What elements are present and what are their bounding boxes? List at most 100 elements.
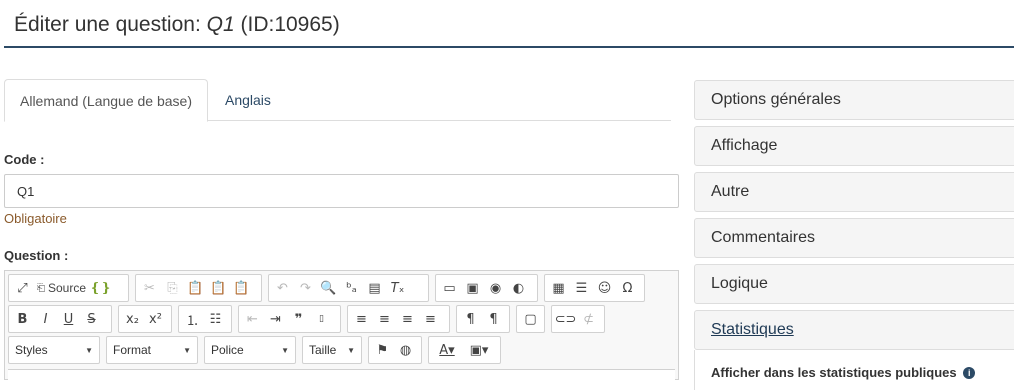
toolbar-group-colors: A▾ ▣▾ — [428, 336, 501, 364]
paste-text-icon[interactable]: 📋 — [207, 277, 230, 299]
cut-icon[interactable]: ✂ — [138, 277, 161, 299]
size-dropdown-label: Taille — [309, 343, 337, 357]
unlink-icon[interactable]: ⊄ — [577, 308, 600, 330]
strikethrough-icon[interactable]: S — [80, 308, 103, 330]
panel-statistics-body: Afficher dans les statistiques publiques… — [694, 350, 1014, 390]
replace-icon[interactable]: ᵇₐ — [340, 277, 363, 299]
styles-dropdown[interactable]: Styles ▼ — [8, 336, 100, 364]
text-direction-ltr-icon[interactable]: ¶ — [459, 308, 482, 330]
page-header: Éditer une question: Q1 (ID:10965) — [4, 0, 1014, 48]
align-right-icon[interactable]: ≡ — [396, 308, 419, 330]
chevron-down-icon: ▼ — [183, 345, 191, 355]
maximize-icon[interactable]: ⤢ — [11, 277, 34, 299]
panel-other[interactable]: Autre — [694, 172, 1014, 212]
horizontal-rule-icon[interactable]: ☰ — [570, 277, 593, 299]
language-icon[interactable]: ▢ — [519, 308, 542, 330]
superscript-icon[interactable]: x² — [144, 308, 167, 330]
styles-dropdown-label: Styles — [15, 343, 48, 357]
toolbar-group-media: ▭ ▣ ◉ ◐ — [435, 274, 538, 302]
link-icon[interactable]: ⊂⊃ — [554, 308, 577, 330]
text-direction-rtl-icon[interactable]: ¶ — [482, 308, 505, 330]
numbered-list-icon[interactable]: ⒈ — [181, 308, 204, 330]
text-color-icon[interactable]: A▾ — [431, 339, 463, 361]
align-center-icon[interactable]: ≡ — [373, 308, 396, 330]
table-icon[interactable]: ▦ — [547, 277, 570, 299]
toolbar-group-lists: ⒈ ☷ — [178, 305, 232, 333]
size-dropdown[interactable]: Taille ▼ — [302, 336, 362, 364]
font-dropdown-label: Police — [211, 343, 244, 357]
undo-icon[interactable]: ↶ — [271, 277, 294, 299]
tab-english[interactable]: Anglais — [210, 79, 286, 121]
required-text: Obligatoire — [4, 211, 67, 226]
italic-icon[interactable]: I — [34, 308, 57, 330]
div-container-icon[interactable]: ▯ — [310, 308, 333, 330]
toolbar-row-2: B I U S x₂ x² ⒈ ☷ ⇤ ⇥ ❞ ▯ ≡ ≡ ≡ ≡ ¶ ¶ ▢ … — [8, 305, 675, 333]
toolbar-group-extra: ⚑ ◍ — [368, 336, 422, 364]
format-dropdown[interactable]: Format ▼ — [106, 336, 198, 364]
toolbar-row-1: ⤢ ⎗ Source ❴❵ ✂ ⎘ 📋 📋 📋 ↶ ↷ 🔍 ᵇₐ ▤ Tₓ ▭ … — [8, 274, 675, 302]
bulleted-list-icon[interactable]: ☷ — [204, 308, 227, 330]
toolbar-group-clipboard: ✂ ⎘ 📋 📋 📋 — [135, 274, 262, 302]
toolbar-group-align: ≡ ≡ ≡ ≡ — [347, 305, 450, 333]
title-prefix: Éditer une question: — [14, 13, 201, 36]
find-icon[interactable]: 🔍 — [317, 277, 340, 299]
question-label: Question : — [4, 248, 69, 263]
source-icon: ⎗ — [37, 282, 45, 294]
blockquote-icon[interactable]: ❞ — [287, 308, 310, 330]
panel-statistics[interactable]: Statistiques — [694, 310, 1014, 350]
copy-icon[interactable]: ⎘ — [161, 277, 184, 299]
toolbar-group-document: ⤢ ⎗ Source ❴❵ — [8, 274, 129, 302]
select-all-icon[interactable]: ▤ — [363, 277, 386, 299]
flash-icon[interactable]: ▣ — [461, 277, 484, 299]
paste-word-icon[interactable]: 📋 — [230, 277, 253, 299]
toolbar-group-blocks: ⇤ ⇥ ❞ ▯ — [238, 305, 341, 333]
flag-icon[interactable]: ⚑ — [371, 339, 394, 361]
special-char-icon[interactable]: Ω — [616, 277, 639, 299]
globe-icon[interactable]: ◍ — [394, 339, 417, 361]
paste-icon[interactable]: 📋 — [184, 277, 207, 299]
title-question-id: (ID:10965) — [240, 13, 340, 36]
toolbar-group-bidi: ¶ ¶ — [456, 305, 510, 333]
smiley-icon[interactable]: ☺ — [593, 277, 616, 299]
editor-content-area[interactable] — [8, 369, 675, 389]
tab-german-base[interactable]: Allemand (Langue de base) — [4, 79, 208, 122]
underline-icon[interactable]: U — [57, 308, 80, 330]
public-statistics-label: Afficher dans les statistiques publiques — [711, 365, 957, 380]
panel-logic[interactable]: Logique — [694, 264, 1014, 304]
panel-general-options[interactable]: Options générales — [694, 80, 1014, 120]
subscript-icon[interactable]: x₂ — [121, 308, 144, 330]
toolbar-group-basicstyles: B I U S — [8, 305, 112, 333]
chevron-down-icon: ▼ — [85, 345, 93, 355]
public-statistics-option: Afficher dans les statistiques publiques… — [711, 365, 976, 380]
outdent-icon[interactable]: ⇤ — [241, 308, 264, 330]
language-tabs: Allemand (Langue de base) Anglais — [4, 79, 671, 122]
link-compass-icon[interactable]: ◐ — [507, 277, 530, 299]
chevron-down-icon: ▼ — [347, 345, 355, 355]
code-input[interactable] — [4, 174, 679, 208]
toolbar-group-editing: ↶ ↷ 🔍 ᵇₐ ▤ Tₓ — [268, 274, 429, 302]
bold-icon[interactable]: B — [11, 308, 34, 330]
toolbar-row-3: Styles ▼ Format ▼ Police ▼ Taille ▼ ⚑ ◍ … — [8, 336, 675, 364]
image-icon[interactable]: ▭ — [438, 277, 461, 299]
panel-comments[interactable]: Commentaires — [694, 218, 1014, 258]
source-label: Source — [48, 281, 87, 295]
align-justify-icon[interactable]: ≡ — [419, 308, 442, 330]
remove-format-icon[interactable]: Tₓ — [386, 277, 409, 299]
toolbar-group-links: ⊂⊃ ⊄ — [551, 305, 605, 333]
question-editor: ⤢ ⎗ Source ❴❵ ✂ ⎘ 📋 📋 📋 ↶ ↷ 🔍 ᵇₐ ▤ Tₓ ▭ … — [4, 270, 679, 389]
toolbar-group-language: ▢ — [516, 305, 545, 333]
info-icon[interactable]: i — [963, 367, 976, 379]
panel-display[interactable]: Affichage — [694, 126, 1014, 166]
video-icon[interactable]: ◉ — [484, 277, 507, 299]
align-left-icon[interactable]: ≡ — [350, 308, 373, 330]
redo-icon[interactable]: ↷ — [294, 277, 317, 299]
source-button[interactable]: ⎗ Source — [34, 277, 89, 299]
toolbar-group-script: x₂ x² — [118, 305, 172, 333]
font-dropdown[interactable]: Police ▼ — [204, 336, 296, 364]
title-question-code: Q1 — [206, 13, 235, 36]
code-label: Code : — [4, 152, 45, 167]
templates-icon[interactable]: ❴❵ — [89, 277, 112, 299]
format-dropdown-label: Format — [113, 343, 152, 357]
background-color-icon[interactable]: ▣▾ — [463, 339, 495, 361]
indent-icon[interactable]: ⇥ — [264, 308, 287, 330]
